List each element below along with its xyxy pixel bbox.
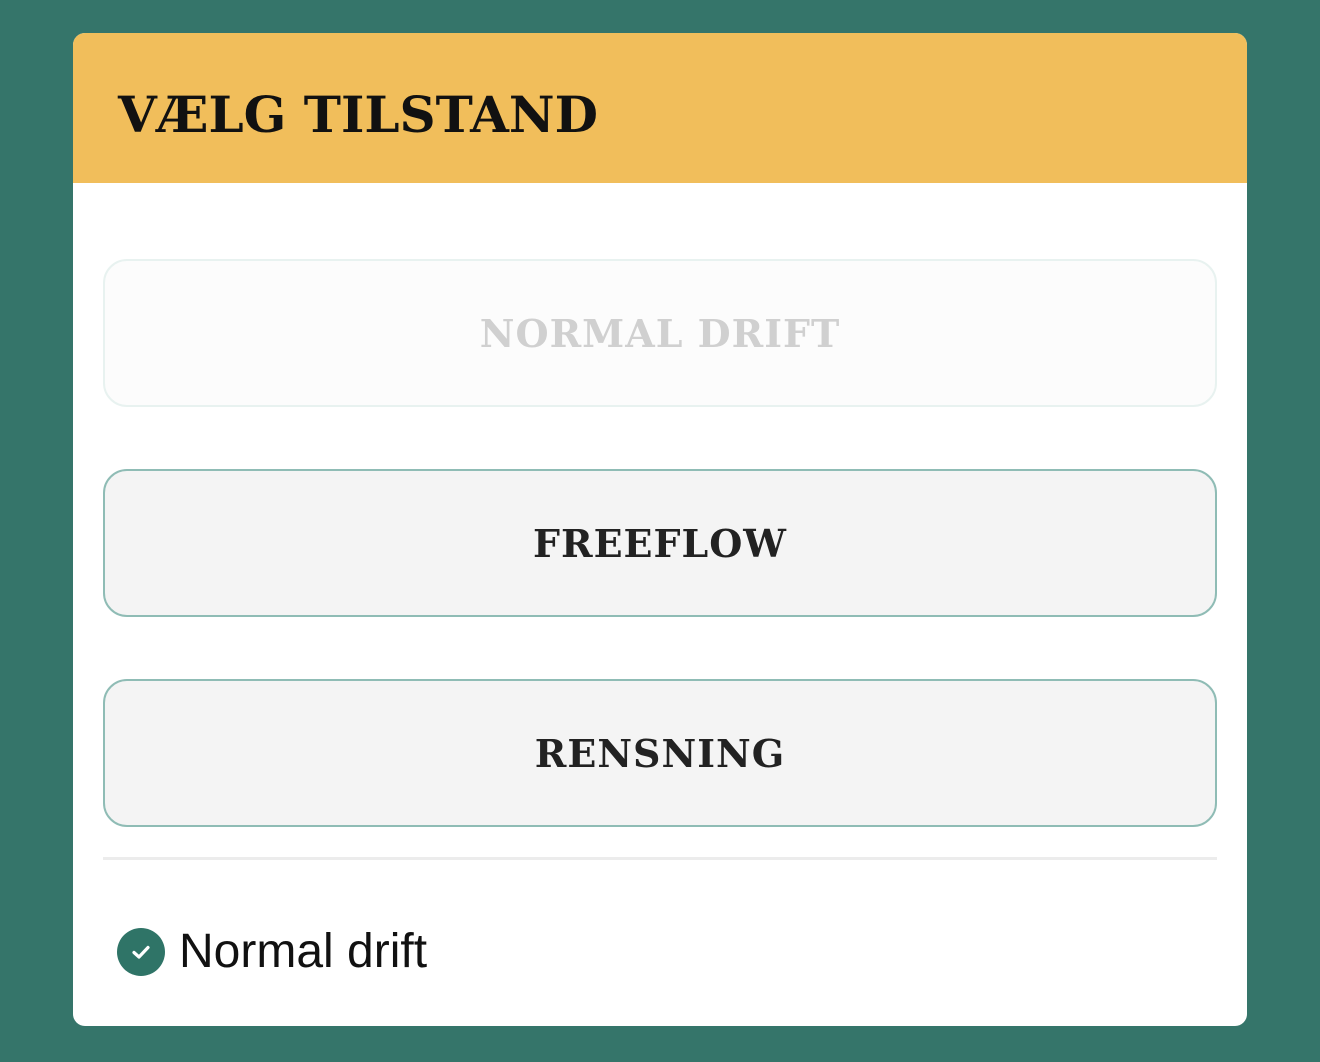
panel-header: VÆLG TILSTAND	[73, 33, 1247, 183]
check-circle-icon	[117, 928, 165, 976]
mode-panel: VÆLG TILSTAND NORMAL DRIFT FREEFLOW RENS…	[73, 33, 1247, 1026]
rensning-button[interactable]: RENSNING	[103, 679, 1217, 827]
normal-drift-button: NORMAL DRIFT	[103, 259, 1217, 407]
panel-title: VÆLG TILSTAND	[118, 85, 598, 144]
divider	[103, 857, 1217, 860]
current-status: Normal drift	[117, 926, 427, 978]
status-text: Normal drift	[179, 925, 428, 978]
freeflow-button[interactable]: FREEFLOW	[103, 469, 1217, 617]
check-mark-icon	[132, 945, 150, 959]
